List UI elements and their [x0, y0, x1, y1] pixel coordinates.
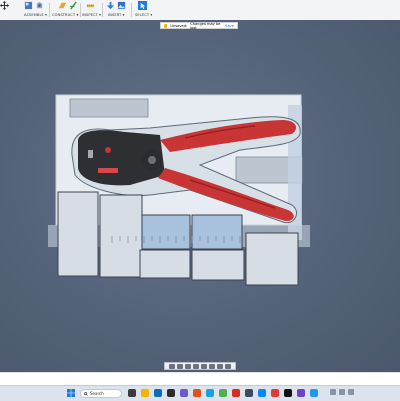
look-at-icon[interactable]: [177, 363, 183, 369]
orbit-icon[interactable]: [169, 363, 175, 369]
model-canvas[interactable]: [0, 0, 400, 400]
windows-start-icon[interactable]: [67, 389, 75, 397]
search-icon: [84, 391, 88, 396]
label-box-top: [69, 98, 149, 118]
profile-box[interactable]: [141, 214, 191, 250]
search-placeholder: Search: [90, 391, 104, 396]
app-icon-dark[interactable]: [245, 389, 253, 397]
profile-box[interactable]: [57, 191, 99, 277]
taskbar-search-box[interactable]: Search: [80, 389, 122, 398]
app-icon-black[interactable]: [284, 389, 292, 397]
store-icon[interactable]: [167, 389, 175, 397]
profile-box[interactable]: [191, 249, 245, 281]
status-bar: [0, 372, 400, 386]
profile-box[interactable]: [191, 214, 243, 250]
app-icon-red[interactable]: [232, 389, 240, 397]
fusion-icon[interactable]: [193, 389, 201, 397]
network-icon[interactable]: [339, 389, 345, 395]
profile-box[interactable]: [245, 232, 299, 286]
profile-box[interactable]: [139, 249, 191, 279]
app-icon-green[interactable]: [219, 389, 227, 397]
viewport-navigation-bar: [164, 362, 236, 370]
taskbar-apps: [128, 389, 318, 397]
fit-icon[interactable]: [201, 363, 207, 369]
app-icon-red-2[interactable]: [271, 389, 279, 397]
grid-settings-icon[interactable]: [217, 363, 223, 369]
mail-icon[interactable]: [206, 389, 214, 397]
app-icon-blue-2[interactable]: [310, 389, 318, 397]
app-icon-purple[interactable]: [297, 389, 305, 397]
volume-icon[interactable]: [348, 389, 354, 395]
teams-icon[interactable]: [180, 389, 188, 397]
viewports-icon[interactable]: [225, 363, 231, 369]
zoom-icon[interactable]: [193, 363, 199, 369]
display-settings-icon[interactable]: [209, 363, 215, 369]
windows-taskbar: Search: [0, 385, 400, 401]
file-explorer-icon[interactable]: [141, 389, 149, 397]
pan-icon[interactable]: [185, 363, 191, 369]
app-icon-blue[interactable]: [258, 389, 266, 397]
system-tray: [330, 389, 354, 395]
tray-arrow-icon[interactable]: [330, 389, 336, 395]
edge-icon[interactable]: [154, 389, 162, 397]
task-view-icon[interactable]: [128, 389, 136, 397]
